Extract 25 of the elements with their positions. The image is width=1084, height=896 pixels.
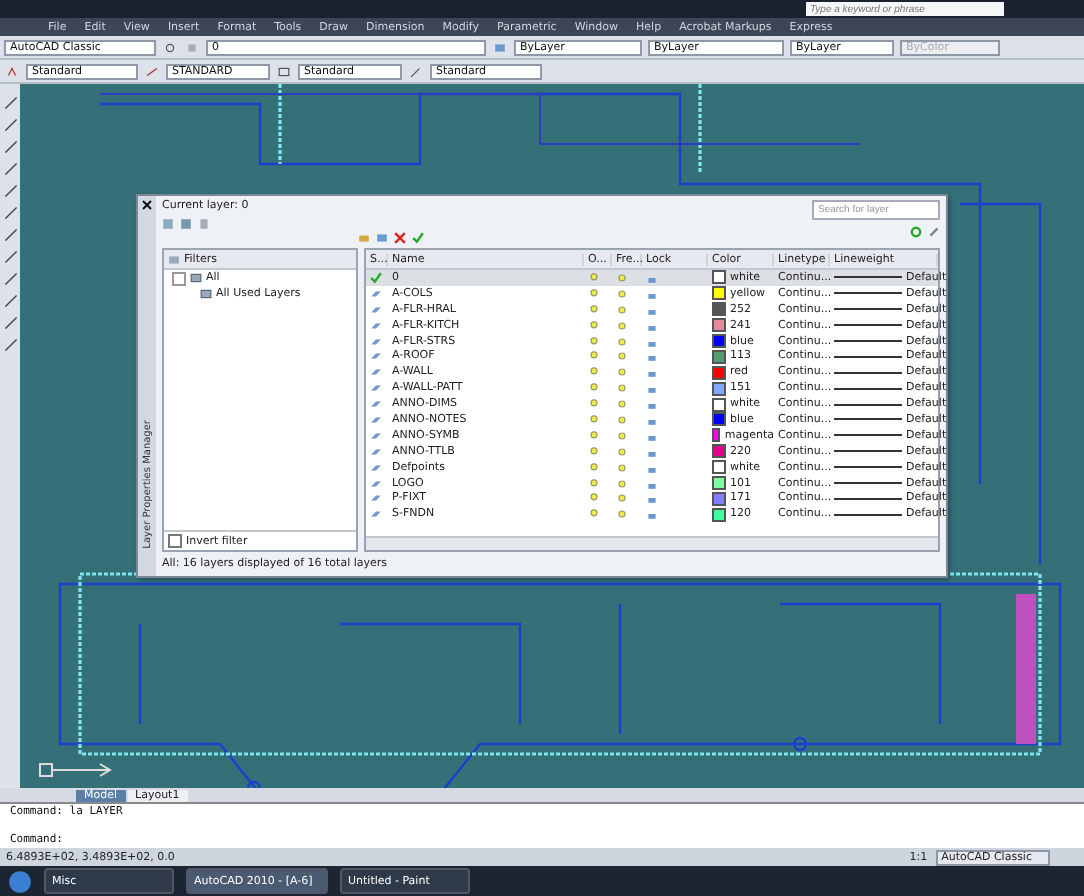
- color-swatch[interactable]: [712, 428, 721, 443]
- invert-filter-checkbox[interactable]: [168, 534, 182, 548]
- start-orb-icon: [8, 869, 32, 893]
- color-swatch[interactable]: [712, 302, 726, 317]
- square-icon: [186, 41, 198, 53]
- color-swatch[interactable]: [712, 365, 726, 380]
- color-swatch[interactable]: [712, 460, 726, 475]
- color-swatch[interactable]: [712, 412, 726, 427]
- horizontal-scrollbar[interactable]: [366, 536, 938, 550]
- color-swatch[interactable]: [712, 270, 726, 285]
- close-icon: [142, 200, 152, 210]
- color-swatch[interactable]: [712, 476, 726, 491]
- check-icon: [411, 232, 424, 244]
- color-swatch[interactable]: [712, 491, 726, 506]
- color-swatch[interactable]: [712, 444, 726, 459]
- tree-toggle[interactable]: [172, 271, 186, 285]
- delete-icon: [393, 232, 406, 244]
- color-swatch[interactable]: [712, 397, 726, 412]
- color-swatch[interactable]: [712, 349, 726, 364]
- color-swatch[interactable]: [712, 318, 726, 333]
- color-swatch[interactable]: [712, 286, 726, 301]
- color-swatch[interactable]: [712, 507, 726, 522]
- color-swatch[interactable]: [712, 381, 726, 396]
- check-icon: [370, 271, 382, 284]
- color-swatch[interactable]: [712, 334, 726, 348]
